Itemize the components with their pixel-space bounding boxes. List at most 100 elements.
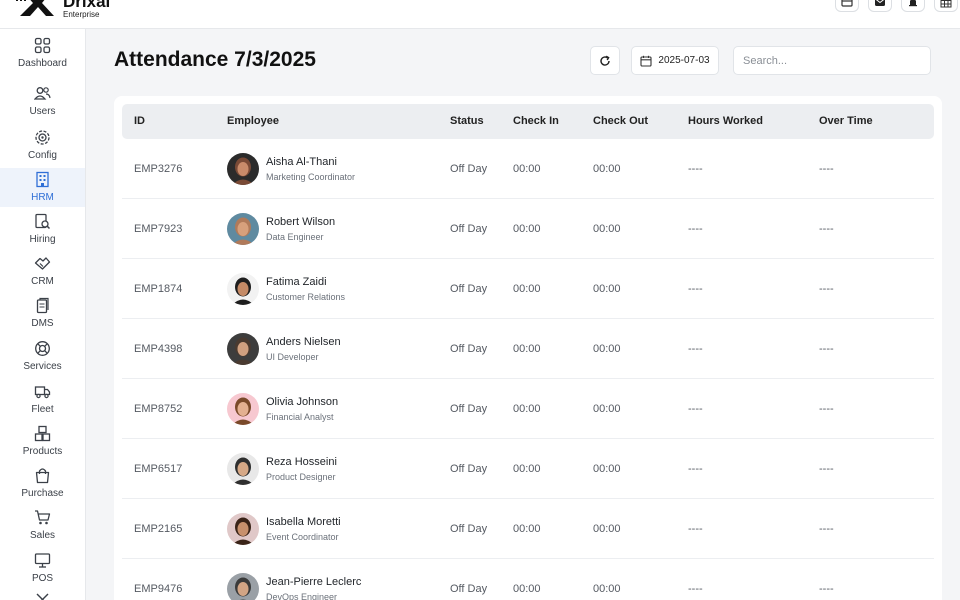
lifebuoy-icon	[35, 341, 50, 356]
check-in-time: 00:00	[513, 523, 541, 535]
avatar	[227, 273, 259, 305]
notifications-button[interactable]	[901, 0, 925, 12]
cart-icon	[35, 510, 51, 525]
table-row[interactable]: EMP7923 Robert Wilson Data Engineer Off Day…	[122, 199, 934, 259]
employee-role: Data Engineer	[266, 232, 324, 242]
table-row[interactable]: EMP2165 Isabella Moretti Event Coordinator…	[122, 499, 934, 559]
employee-name[interactable]: Olivia Johnson	[266, 395, 338, 409]
employee-role: Financial Analyst	[266, 412, 334, 422]
check-in-time: 00:00	[513, 463, 541, 475]
calendar-icon	[640, 55, 652, 67]
tools-icon[interactable]	[34, 591, 51, 600]
sidebar-item-hrm[interactable]: HRM	[0, 168, 85, 207]
dashboard-icon	[34, 37, 51, 54]
column-header-employee[interactable]: Employee	[227, 104, 279, 139]
sidebar-item-label: Sales	[29, 530, 55, 541]
sidebar-item-label: Users	[29, 106, 56, 117]
check-out-time: 00:00	[593, 523, 621, 535]
avatar	[227, 153, 259, 185]
employee-name[interactable]: Isabella Moretti	[266, 515, 341, 529]
sidebar-item-label: Dashboard	[18, 58, 67, 69]
sidebar-item-label: Hiring	[29, 234, 56, 245]
hiring-icon	[35, 213, 51, 230]
check-out-time: 00:00	[593, 463, 621, 475]
building-icon	[36, 171, 49, 188]
table-row[interactable]: EMP8752 Olivia Johnson Financial Analyst Of…	[122, 379, 934, 439]
check-in-time: 00:00	[513, 223, 541, 235]
column-header-hours-worked[interactable]: Hours Worked	[688, 104, 763, 139]
sidebar-item-label: Fleet	[31, 404, 54, 415]
table-row[interactable]: EMP1874 Fatima Zaidi Customer Relations Off…	[122, 259, 934, 319]
sidebar-item-label: POS	[31, 573, 54, 584]
hours-worked: ----	[688, 163, 703, 175]
column-header-over-time[interactable]: Over Time	[819, 104, 873, 139]
sidebar-item-products[interactable]: Products	[0, 423, 85, 463]
employee-id: EMP8752	[134, 403, 183, 415]
column-header-check-in[interactable]: Check In	[513, 104, 559, 139]
avatar	[227, 213, 259, 245]
mail-icon-button[interactable]	[868, 0, 892, 12]
sidebar-item-label: Products	[22, 446, 63, 457]
grid-icon	[940, 0, 952, 8]
table-row[interactable]: EMP4398 Anders Nielsen UI Developer Off Day…	[122, 319, 934, 379]
avatar-photo-icon	[227, 333, 259, 365]
table-row[interactable]: EMP6517 Reza Hosseini Product Designer Off …	[122, 439, 934, 499]
sidebar-item-pos[interactable]: POS	[0, 550, 85, 590]
avatar-photo-icon	[227, 273, 259, 305]
sidebar-item-users[interactable]: Users	[0, 83, 85, 123]
table-row[interactable]: EMP9476 Jean-Pierre Leclerc DevOps Enginee…	[122, 559, 934, 600]
users-icon	[34, 87, 51, 100]
over-time: ----	[819, 223, 834, 235]
sidebar-item-dms[interactable]: DMS	[0, 295, 85, 335]
hours-worked: ----	[688, 283, 703, 295]
employee-name[interactable]: Aisha Al-Thani	[266, 155, 337, 169]
over-time: ----	[819, 283, 834, 295]
table-row[interactable]: EMP3276 Aisha Al-Thani Marketing Coordinat…	[122, 139, 934, 199]
sidebar-item-fleet[interactable]: Fleet	[0, 381, 85, 421]
sidebar-item-purchase[interactable]: Purchase	[0, 465, 85, 505]
gear-icon	[35, 130, 50, 145]
check-in-time: 00:00	[513, 163, 541, 175]
sidebar-item-label: DMS	[31, 318, 54, 329]
apps-grid-button[interactable]	[934, 0, 958, 12]
over-time: ----	[819, 523, 834, 535]
avatar-photo-icon	[227, 213, 259, 245]
avatar	[227, 453, 259, 485]
column-header-check-out[interactable]: Check Out	[593, 104, 648, 139]
sidebar-item-services[interactable]: Services	[0, 338, 85, 378]
refresh-button[interactable]	[590, 46, 620, 75]
employee-name[interactable]: Robert Wilson	[266, 215, 335, 229]
truck-icon	[34, 386, 51, 399]
window-icon-button[interactable]	[835, 0, 859, 12]
employee-name[interactable]: Jean-Pierre Leclerc	[266, 575, 361, 589]
search-input[interactable]	[733, 46, 931, 75]
column-header-status[interactable]: Status	[450, 104, 484, 139]
employee-role: Customer Relations	[266, 292, 346, 302]
sidebar-item-label: HRM	[31, 192, 54, 203]
employee-role: Event Coordinator	[266, 532, 339, 542]
date-picker-button[interactable]: 2025-07-03	[631, 46, 719, 75]
column-header-id[interactable]: ID	[134, 104, 145, 139]
sidebar-item-hiring[interactable]: Hiring	[0, 211, 85, 251]
hours-worked: ----	[688, 583, 703, 595]
check-in-time: 00:00	[513, 403, 541, 415]
employee-name[interactable]: Fatima Zaidi	[266, 275, 327, 289]
sidebar-item-config[interactable]: Config	[0, 127, 85, 167]
date-value: 2025-07-03	[658, 55, 710, 66]
status-text: Off Day	[450, 343, 488, 355]
employee-name[interactable]: Reza Hosseini	[266, 455, 337, 469]
sidebar-item-sales[interactable]: Sales	[0, 507, 85, 547]
sidebar: Dashboard Users Config HRM Hiring CRM DM…	[0, 29, 86, 600]
window-icon	[841, 0, 853, 7]
sidebar-item-label: Services	[23, 361, 62, 372]
sidebar-item-label: CRM	[31, 276, 54, 287]
hours-worked: ----	[688, 223, 703, 235]
check-out-time: 00:00	[593, 223, 621, 235]
mail-icon	[875, 0, 885, 6]
employee-name[interactable]: Anders Nielsen	[266, 335, 341, 349]
refresh-icon	[600, 55, 610, 66]
top-icon-bar	[835, 0, 958, 12]
sidebar-item-crm[interactable]: CRM	[0, 253, 85, 293]
employee-role: Product Designer	[266, 472, 336, 482]
sidebar-item-dashboard[interactable]: Dashboard	[0, 35, 85, 77]
